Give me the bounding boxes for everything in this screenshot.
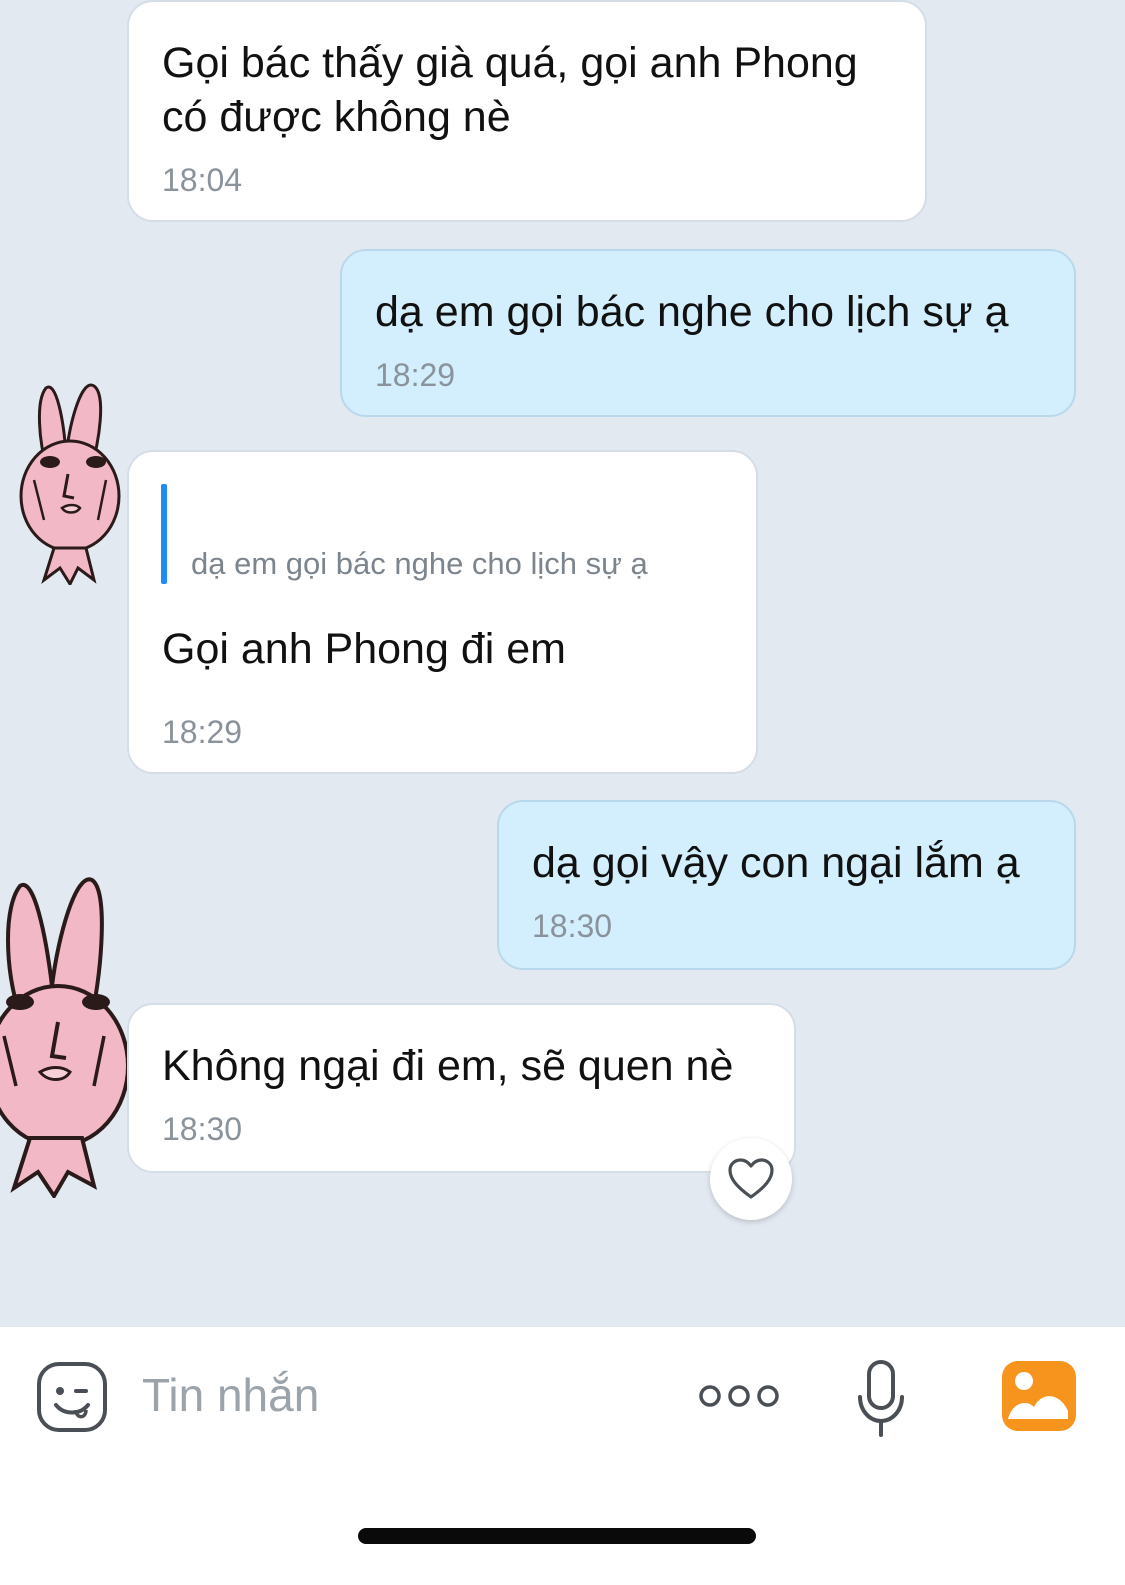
message-bubble-outgoing[interactable]: dạ em gọi bác nghe cho lịch sự ạ 18:29 [340, 249, 1076, 417]
reaction-button[interactable] [710, 1138, 792, 1220]
quote-accent-bar [161, 484, 167, 584]
message-time: 18:04 [162, 162, 243, 198]
sender-avatar[interactable] [0, 876, 132, 1198]
message-text: dạ gọi vậy con ngại lắm ạ [532, 839, 1020, 887]
message-bubble-incoming[interactable]: Gọi bác thấy già quá, gọi anh Phong có đ… [127, 0, 927, 222]
message-text: Không ngại đi em, sẽ quen nè [162, 1042, 734, 1090]
message-text: Gọi bác thấy già quá, gọi anh Phong có đ… [162, 39, 858, 141]
microphone-icon[interactable] [856, 1359, 906, 1439]
message-bubble-incoming[interactable]: dạ em gọi bác nghe cho lịch sự ạ Gọi anh… [127, 450, 758, 774]
message-text: dạ em gọi bác nghe cho lịch sự ạ [375, 288, 1009, 336]
message-input[interactable]: Tin nhắn [142, 1368, 319, 1422]
message-bubble-incoming[interactable]: Không ngại đi em, sẽ quen nè 18:30 [127, 1003, 796, 1173]
quoted-text: dạ em gọi bác nghe cho lịch sự ạ [191, 546, 648, 581]
message-time: 18:30 [162, 1111, 243, 1147]
more-dots-icon[interactable] [698, 1381, 780, 1411]
image-gallery-icon[interactable] [1002, 1361, 1076, 1431]
message-input-bar [0, 1327, 1125, 1585]
chat-area[interactable]: Gọi bác thấy già quá, gọi anh Phong có đ… [0, 0, 1125, 1340]
quoted-message[interactable]: dạ em gọi bác nghe cho lịch sự ạ [161, 484, 701, 584]
message-text: Gọi anh Phong đi em [162, 625, 566, 673]
message-time: 18:29 [375, 357, 456, 393]
message-bubble-outgoing[interactable]: dạ gọi vậy con ngại lắm ạ 18:30 [497, 800, 1076, 970]
home-indicator[interactable] [358, 1528, 756, 1544]
sender-avatar[interactable] [14, 380, 124, 585]
message-time: 18:30 [532, 908, 613, 944]
message-time: 18:29 [162, 714, 243, 750]
heart-icon [728, 1158, 774, 1199]
sticker-face-icon[interactable] [36, 1361, 108, 1433]
